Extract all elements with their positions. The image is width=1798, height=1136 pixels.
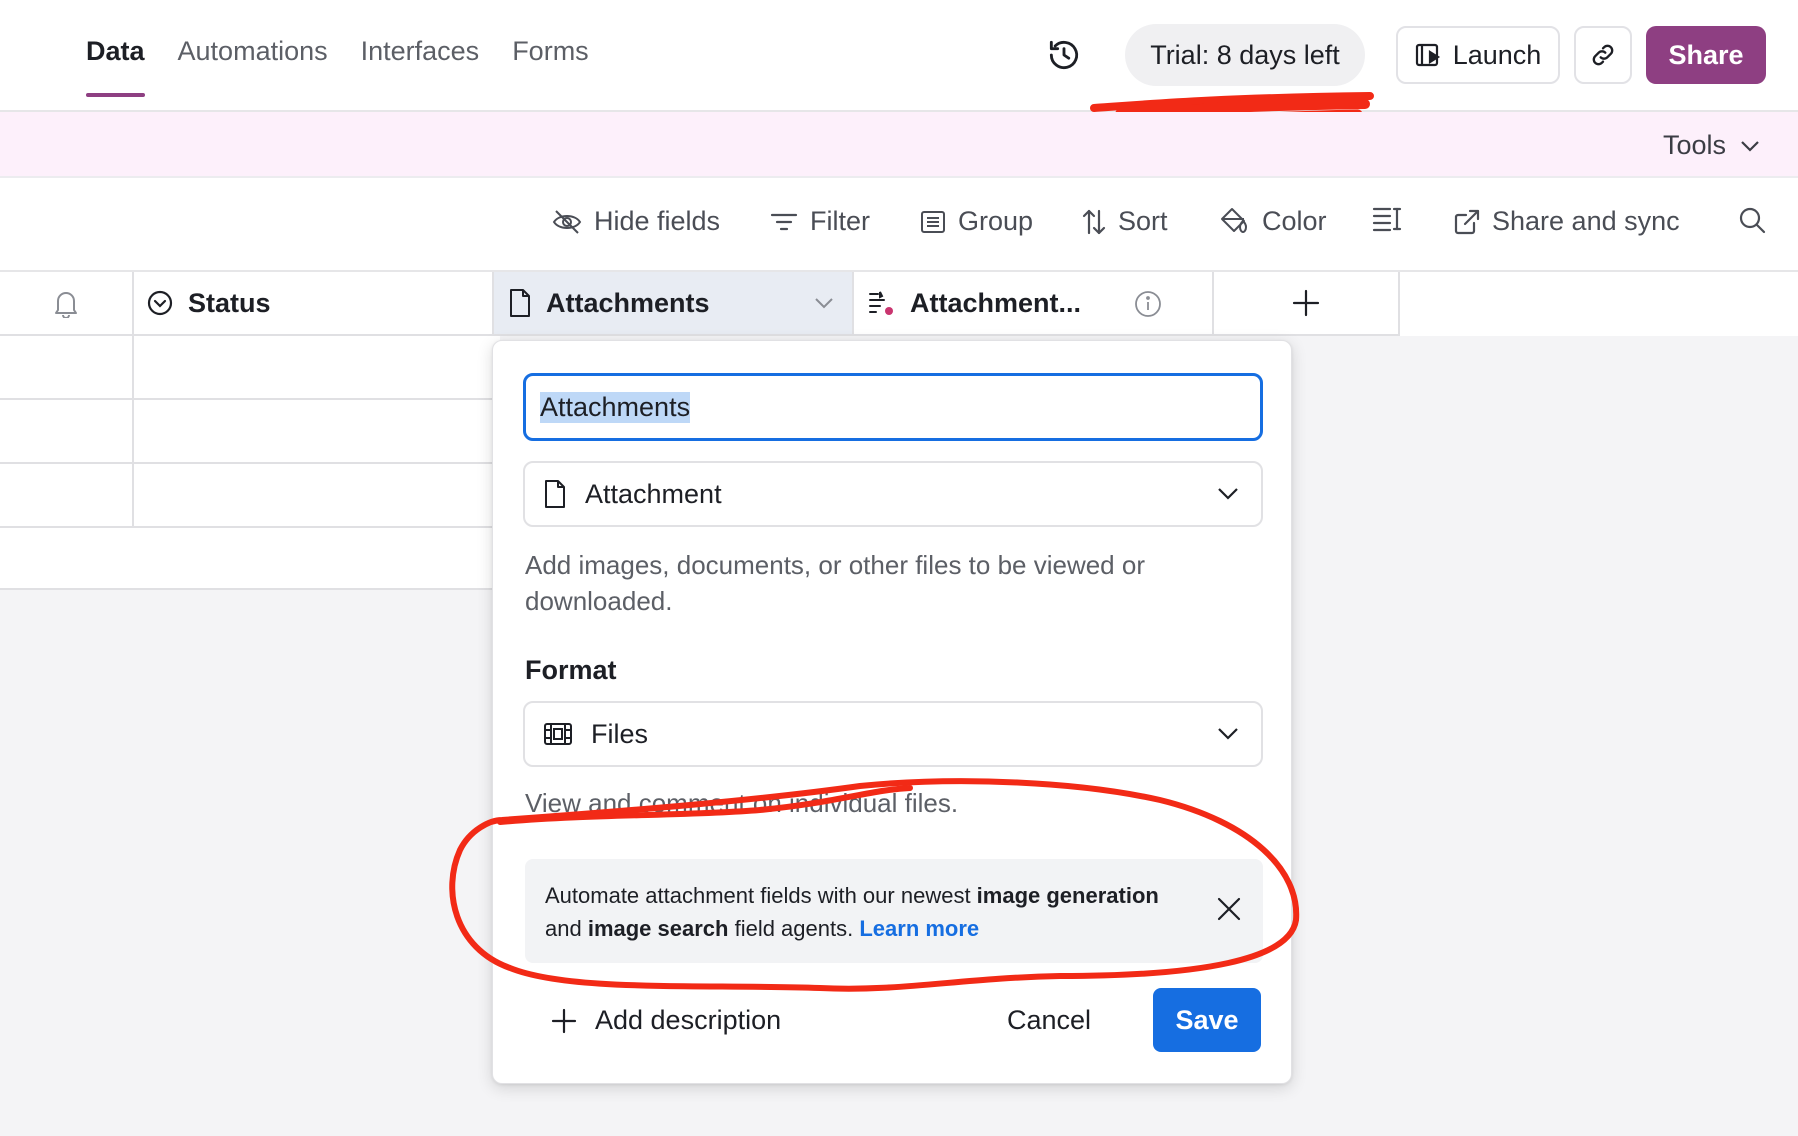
field-agents-banner: Automate attachment fields with our newe…: [525, 859, 1263, 963]
chevron-down-icon: [1741, 140, 1759, 152]
chevron-down-icon: [1218, 728, 1238, 740]
field-type-select[interactable]: Attachment: [523, 461, 1263, 527]
launch-icon: [1415, 43, 1440, 67]
row-number-cell: [0, 400, 134, 462]
tools-dropdown[interactable]: Tools: [1663, 130, 1760, 161]
table-row[interactable]: [0, 336, 500, 400]
color-label: Color: [1262, 206, 1327, 236]
row-number-cell: [0, 336, 134, 398]
column-header-status[interactable]: Status: [134, 272, 494, 336]
row-height-button[interactable]: [1372, 206, 1402, 232]
group-icon: [921, 210, 945, 233]
format-value: Files: [591, 718, 649, 749]
top-nav-bar: Data Automations Interfaces Forms Trial:…: [0, 0, 1798, 112]
field-type-description: Add images, documents, or other files to…: [525, 550, 1145, 616]
hide-fields-button[interactable]: Hide fields: [552, 206, 720, 237]
column-label: Status: [188, 287, 271, 318]
paint-bucket-icon: [1221, 207, 1247, 233]
tab-automations[interactable]: Automations: [178, 36, 328, 97]
file-icon: [545, 480, 565, 508]
trial-badge[interactable]: Trial: 8 days left: [1125, 24, 1365, 86]
plus-icon: [551, 1008, 577, 1033]
group-label: Group: [958, 206, 1034, 236]
field-type-value: Attachment: [585, 478, 722, 509]
history-icon[interactable]: [1045, 36, 1083, 74]
bell-icon: [55, 292, 77, 318]
chevron-down-icon: [1218, 488, 1238, 500]
launch-button[interactable]: Launch: [1396, 26, 1560, 84]
learn-more-link[interactable]: Learn more: [859, 916, 979, 941]
sort-label: Sort: [1118, 206, 1168, 236]
share-button[interactable]: Share: [1646, 26, 1766, 84]
column-label: Attachment...: [910, 287, 1082, 318]
add-description-label: Add description: [595, 1005, 782, 1035]
column-header-attachments[interactable]: Attachments: [494, 272, 854, 336]
save-button[interactable]: Save: [1153, 988, 1261, 1052]
search-icon: [1739, 207, 1766, 234]
chevron-down-icon[interactable]: [814, 296, 834, 310]
launch-label: Launch: [1452, 39, 1542, 70]
tab-interfaces[interactable]: Interfaces: [361, 36, 480, 97]
status-cell[interactable]: [134, 464, 500, 526]
status-circle-icon: [147, 290, 173, 316]
banner-text-part: and: [545, 916, 588, 941]
group-button[interactable]: Group: [920, 206, 1033, 237]
info-icon[interactable]: [1134, 290, 1162, 318]
field-config-popover: Attachments Attachment Add images, docum…: [492, 340, 1292, 1084]
view-toolbar: Hide fields Filter Group Sort Color Shar…: [0, 180, 1798, 272]
notification-column-header[interactable]: [0, 272, 134, 336]
filter-icon: [770, 213, 798, 230]
banner-bold-part: image generation: [976, 883, 1159, 908]
banner-bold-part: image search: [587, 916, 729, 941]
close-icon[interactable]: [1215, 895, 1243, 923]
ai-text-icon: [869, 291, 893, 315]
add-description-button[interactable]: Add description: [551, 1005, 781, 1036]
tab-forms[interactable]: Forms: [512, 36, 589, 97]
table-row[interactable]: [0, 400, 500, 464]
nav-tabs: Data Automations Interfaces Forms: [86, 36, 589, 97]
field-name-value: Attachments: [540, 391, 691, 423]
sort-icon: [1082, 209, 1106, 234]
column-header-attachment-ai[interactable]: Attachment...: [854, 272, 1214, 336]
file-icon: [510, 289, 530, 317]
row-number-cell: [0, 464, 134, 526]
status-cell[interactable]: [134, 336, 500, 398]
table-row[interactable]: [0, 464, 500, 528]
grid-empty-area: [1400, 272, 1798, 334]
banner-text-part: field agents.: [728, 916, 860, 941]
film-strip-icon: [544, 723, 572, 745]
row-height-icon: [1372, 207, 1402, 232]
link-icon: [1592, 44, 1614, 66]
add-row-area[interactable]: [0, 528, 500, 590]
tools-bar: Tools: [0, 112, 1798, 178]
field-name-input[interactable]: Attachments: [523, 373, 1263, 441]
hide-fields-label: Hide fields: [594, 206, 721, 236]
share-and-sync-button[interactable]: Share and sync: [1454, 206, 1680, 237]
format-description: View and comment on individual files.: [525, 788, 959, 818]
status-cell[interactable]: [134, 400, 500, 462]
filter-label: Filter: [810, 206, 870, 236]
search-button[interactable]: [1738, 206, 1766, 234]
share-and-sync-label: Share and sync: [1492, 206, 1680, 236]
format-select[interactable]: Files: [523, 701, 1263, 767]
copy-link-button[interactable]: [1574, 26, 1632, 84]
plus-icon: [1292, 289, 1320, 317]
external-link-icon: [1454, 209, 1480, 234]
banner-text: Automate attachment fields with our newe…: [545, 879, 1165, 945]
add-field-button[interactable]: [1214, 272, 1400, 336]
banner-text-part: Automate attachment fields with our newe…: [545, 883, 977, 908]
eye-off-icon: [552, 209, 582, 234]
column-label: Attachments: [546, 287, 710, 318]
sort-button[interactable]: Sort: [1082, 206, 1168, 237]
color-button[interactable]: Color: [1218, 206, 1327, 237]
format-heading: Format: [525, 655, 617, 685]
grid-header: Status Attachments Attachment...: [0, 272, 1400, 336]
cancel-button[interactable]: Cancel: [1007, 1005, 1091, 1036]
tab-data[interactable]: Data: [86, 36, 145, 97]
tools-label: Tools: [1662, 130, 1726, 160]
filter-button[interactable]: Filter: [770, 206, 870, 237]
